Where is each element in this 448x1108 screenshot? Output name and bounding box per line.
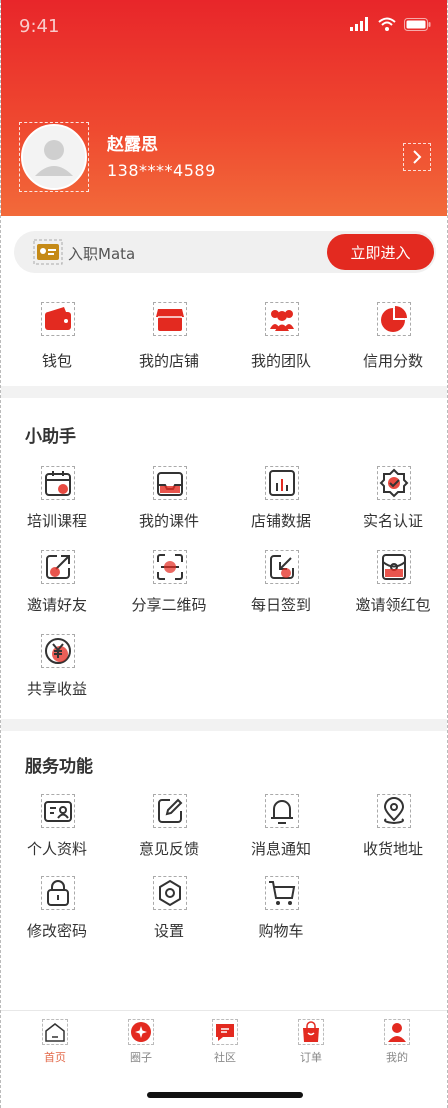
service-item-label: 修改密码 <box>26 922 87 940</box>
assistant-item-label: 共享收益 <box>26 680 87 698</box>
profile-page: 9:41 赵露思 138****4589 入职Mata 立即进入 钱包 我的店铺… <box>0 0 448 1108</box>
status-time: 9:41 <box>19 16 60 37</box>
bag-icon <box>303 1021 319 1042</box>
inbox-icon <box>157 472 183 496</box>
calendar-icon <box>45 471 71 496</box>
assistant-item-label: 培训课程 <box>26 512 87 530</box>
service-item-change-password[interactable]: 修改密码 <box>1 876 113 952</box>
signal-icon <box>350 17 368 31</box>
tab-label: 社区 <box>214 1051 236 1064</box>
id-card-icon <box>44 801 72 822</box>
cart-icon <box>269 881 296 905</box>
status-bar: 9:41 <box>1 0 447 54</box>
pie-chart-icon <box>381 306 407 332</box>
service-item-feedback[interactable]: 意见反馈 <box>113 794 225 870</box>
assistant-item-share-qr[interactable]: 分享二维码 <box>113 550 225 626</box>
tab-label: 订单 <box>300 1051 322 1064</box>
yen-coin-icon <box>45 638 71 664</box>
service-item-settings[interactable]: 设置 <box>113 876 225 952</box>
service-item-label: 收货地址 <box>362 840 423 858</box>
tab-mine[interactable]: 我的 <box>367 1019 427 1065</box>
assistant-item-invite[interactable]: 邀请好友 <box>1 550 113 626</box>
service-item-profile[interactable]: 个人资料 <box>1 794 113 870</box>
quick-item-label: 钱包 <box>41 352 72 370</box>
home-indicator <box>147 1092 303 1098</box>
assistant-title: 小助手 <box>25 427 76 447</box>
assistant-item-training[interactable]: 培训课程 <box>1 466 113 542</box>
verified-badge-icon <box>379 468 409 498</box>
edit-icon <box>158 798 183 823</box>
assistant-item-label: 我的课件 <box>138 512 199 530</box>
scan-icon <box>157 554 183 580</box>
services-title: 服务功能 <box>25 757 93 777</box>
assistant-item-label: 邀请领红包 <box>355 596 431 614</box>
section-divider <box>1 719 447 731</box>
profile-header: 9:41 赵露思 138****4589 <box>1 0 447 216</box>
user-placeholder-icon <box>23 126 85 188</box>
tab-label: 我的 <box>386 1051 408 1064</box>
settings-icon <box>159 879 181 907</box>
user-phone: 138****4589 <box>107 161 216 180</box>
quick-actions: 钱包 我的店铺 我的团队 信用分数 <box>1 296 447 372</box>
assistant-item-label: 每日签到 <box>250 596 311 614</box>
assistant-item-label: 邀请好友 <box>26 596 87 614</box>
bar-chart-icon <box>269 470 295 496</box>
service-item-cart[interactable]: 购物车 <box>225 876 337 952</box>
join-mata-text: 入职Mata <box>68 245 136 263</box>
service-item-label: 设置 <box>153 922 184 940</box>
tab-label: 首页 <box>44 1051 66 1064</box>
location-icon <box>383 797 405 825</box>
circle-icon <box>131 1022 151 1042</box>
share-arrow-icon <box>46 555 70 579</box>
lock-icon <box>47 880 69 906</box>
assistant-item-courseware[interactable]: 我的课件 <box>113 466 225 542</box>
section-divider <box>1 386 447 398</box>
wifi-icon <box>378 17 396 31</box>
enter-now-button[interactable]: 立即进入 <box>327 234 434 270</box>
assistant-item-red-envelope[interactable]: 邀请领红包 <box>337 550 447 626</box>
service-item-label: 购物车 <box>258 922 304 940</box>
battery-icon <box>404 17 431 31</box>
assistant-item-shared-earnings[interactable]: 共享收益 <box>1 634 113 710</box>
service-item-label: 意见反馈 <box>138 840 199 858</box>
red-envelope-icon <box>382 554 406 580</box>
chevron-right-icon <box>413 150 422 164</box>
service-item-label: 消息通知 <box>250 840 311 858</box>
service-item-address[interactable]: 收货地址 <box>337 794 447 870</box>
assistant-item-store-data[interactable]: 店铺数据 <box>225 466 337 542</box>
assistant-item-daily-sign[interactable]: 每日签到 <box>225 550 337 626</box>
assistant-item-label: 实名认证 <box>362 512 423 530</box>
assistant-item-verification[interactable]: 实名认证 <box>337 466 447 542</box>
assistant-item-label: 分享二维码 <box>131 596 207 614</box>
id-badge-icon <box>33 239 63 265</box>
wallet-icon <box>45 307 71 330</box>
enter-arrow-button[interactable] <box>403 143 431 171</box>
service-item-label: 个人资料 <box>26 840 87 858</box>
store-icon <box>156 309 184 331</box>
tab-circle[interactable]: 圈子 <box>111 1019 171 1065</box>
assistant-item-label: 店铺数据 <box>250 512 311 530</box>
tab-home[interactable]: 首页 <box>25 1019 85 1065</box>
bottom-tab-bar: 首页 圈子 社区 订单 我的 <box>1 1010 447 1074</box>
join-mata-bar[interactable]: 入职Mata 立即进入 <box>14 231 436 273</box>
team-icon <box>270 310 294 331</box>
bell-icon <box>271 800 293 824</box>
service-item-notifications[interactable]: 消息通知 <box>225 794 337 870</box>
quick-item-label: 信用分数 <box>362 352 423 370</box>
avatar[interactable] <box>21 124 87 190</box>
tab-orders[interactable]: 订单 <box>281 1019 341 1065</box>
quick-item-label: 我的店铺 <box>138 352 199 370</box>
user-icon <box>388 1023 406 1042</box>
tab-community[interactable]: 社区 <box>195 1019 255 1065</box>
user-name: 赵露思 <box>107 135 158 155</box>
quick-item-label: 我的团队 <box>250 352 311 370</box>
sign-in-icon <box>270 555 294 579</box>
chat-icon <box>216 1024 234 1041</box>
tab-label: 圈子 <box>130 1051 152 1064</box>
home-icon <box>45 1023 65 1042</box>
